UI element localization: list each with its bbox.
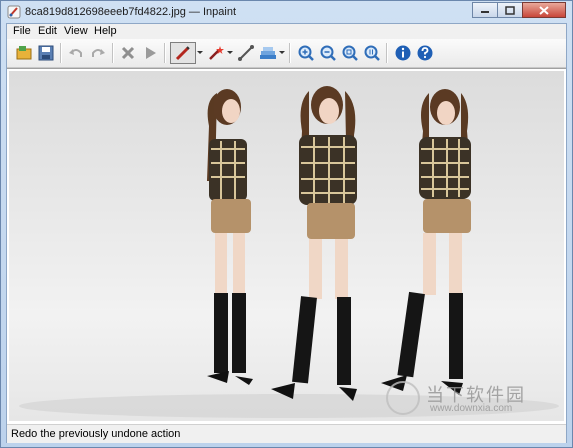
- status-bar: Redo the previously undone action: [7, 424, 566, 443]
- image-canvas[interactable]: 当下软件园 www.downxia.com: [7, 68, 566, 424]
- toolbar-separator: [60, 43, 62, 63]
- menu-edit-label: Edit: [38, 25, 57, 37]
- zoom-out-icon: [320, 45, 336, 61]
- undo-icon: [69, 49, 82, 57]
- zoom-in-button[interactable]: [295, 42, 317, 64]
- marker-dropdown-arrow[interactable]: [197, 51, 203, 54]
- marker-tool-button[interactable]: [170, 42, 196, 64]
- magic-wand-button[interactable]: [205, 42, 227, 64]
- toolbar-separator: [386, 43, 388, 63]
- watermark: 当下软件园 www.downxia.com: [386, 379, 556, 419]
- undo-button[interactable]: [65, 42, 87, 64]
- minimize-button[interactable]: [472, 2, 498, 18]
- figure-left: [207, 89, 253, 385]
- menu-view[interactable]: View: [64, 25, 88, 37]
- layers-icon: [260, 47, 276, 59]
- window-title: 8ca819d812698eeeb7fd4822.jpg — Inpaint: [25, 6, 237, 18]
- menu-help-label: Help: [94, 25, 117, 37]
- menu-file[interactable]: File: [13, 25, 31, 37]
- save-icon: [38, 45, 54, 61]
- line-icon: [238, 45, 254, 61]
- erase-icon: [121, 46, 135, 60]
- photo-content: [19, 86, 559, 418]
- save-button[interactable]: [35, 42, 57, 64]
- zoom-out-button[interactable]: [317, 42, 339, 64]
- figure-right: [381, 89, 471, 395]
- photo: 当下软件园 www.downxia.com: [9, 71, 564, 421]
- toolbar-separator: [164, 43, 166, 63]
- app-window: 8ca819d812698eeeb7fd4822.jpg — Inpaint F…: [0, 0, 573, 448]
- wand-dropdown-arrow[interactable]: [227, 51, 233, 54]
- help-icon: [417, 45, 433, 61]
- minimize-icon: [481, 11, 489, 13]
- menu-help[interactable]: Help: [94, 25, 117, 37]
- maximize-button[interactable]: [497, 2, 523, 18]
- info-icon: [395, 45, 411, 61]
- menu-view-label: View: [64, 25, 88, 37]
- toolbar-separator: [112, 43, 114, 63]
- watermark-logo-icon: [386, 381, 420, 415]
- line-tool-button[interactable]: [235, 42, 257, 64]
- inpaint-app-icon: [7, 5, 21, 19]
- redo-button[interactable]: [87, 42, 109, 64]
- zoom-fit-icon: [342, 45, 358, 61]
- run-button[interactable]: [139, 42, 161, 64]
- magic-wand-icon: [209, 46, 224, 60]
- layers-button[interactable]: [257, 42, 279, 64]
- open-button[interactable]: [13, 42, 35, 64]
- erase-button[interactable]: [117, 42, 139, 64]
- zoom-actual-button[interactable]: [361, 42, 383, 64]
- zoom-fit-button[interactable]: [339, 42, 361, 64]
- close-button[interactable]: [522, 2, 566, 18]
- client-area: File Edit View Help 当下软件园 www.downxia.co…: [6, 23, 567, 443]
- close-icon: [539, 5, 549, 15]
- watermark-url: www.downxia.com: [430, 403, 513, 414]
- redo-icon: [92, 49, 105, 57]
- open-icon: [16, 46, 32, 60]
- menu-file-label: File: [13, 25, 31, 37]
- run-icon: [146, 47, 156, 59]
- window-controls: [472, 2, 566, 19]
- zoom-in-icon: [298, 45, 314, 61]
- layers-dropdown-arrow[interactable]: [279, 51, 285, 54]
- figure-middle: [271, 86, 357, 401]
- menu-bar: File Edit View Help: [7, 24, 566, 39]
- maximize-icon: [505, 5, 515, 15]
- info-button[interactable]: [392, 42, 414, 64]
- status-text: Redo the previously undone action: [11, 428, 181, 440]
- help-button[interactable]: [414, 42, 436, 64]
- title-bar[interactable]: 8ca819d812698eeeb7fd4822.jpg — Inpaint: [1, 1, 572, 23]
- menu-edit[interactable]: Edit: [38, 25, 57, 37]
- toolbar-separator: [289, 43, 291, 63]
- marker-icon: [175, 46, 190, 61]
- zoom-actual-icon: [364, 45, 380, 61]
- toolbar: [7, 39, 566, 68]
